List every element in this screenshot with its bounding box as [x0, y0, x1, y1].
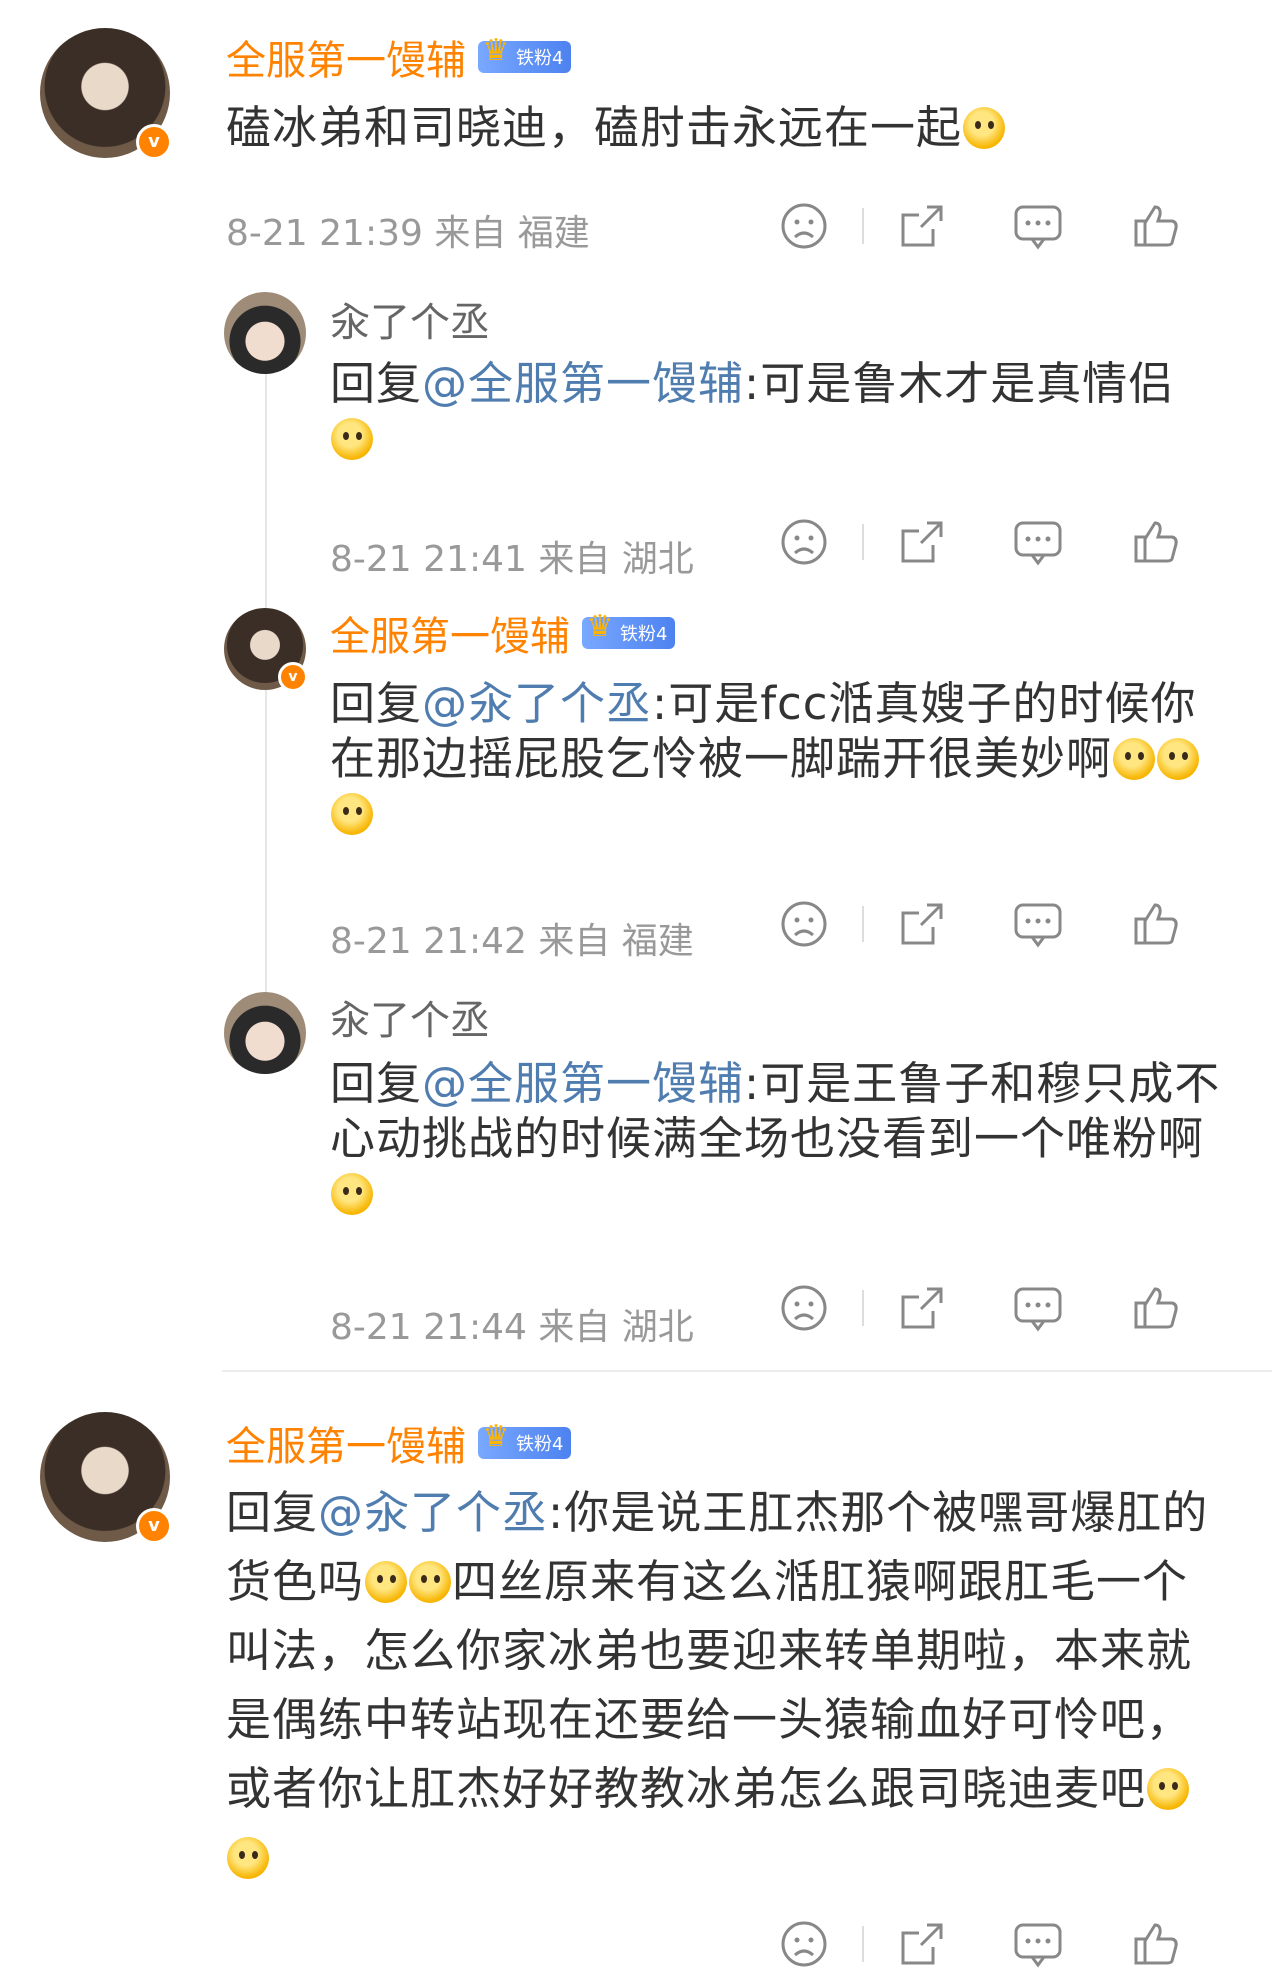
comment-icon[interactable]	[1008, 512, 1068, 572]
crown-icon: ♛	[482, 33, 510, 68]
emoji-icon	[963, 107, 1006, 149]
emoji-icon	[409, 1561, 452, 1603]
reply-text: 回复@全服第一馒辅:可是王鲁子和穆只成不心动挑战的时候满全场也没看到一个唯粉啊	[330, 1056, 1230, 1221]
fan-badge: ♛ 铁粉4	[478, 1419, 572, 1459]
share-icon[interactable]	[892, 1278, 952, 1338]
comment-actions	[774, 1278, 1186, 1338]
mention-link[interactable]: @全服第一馒辅	[422, 357, 744, 410]
divider	[862, 1926, 864, 1962]
comment-icon[interactable]	[1008, 196, 1068, 256]
verified-badge: v	[278, 662, 308, 692]
comment-meta: 8-21 21:41 来自 湖北	[330, 539, 694, 580]
sad-face-icon[interactable]	[774, 512, 834, 572]
avatar[interactable]	[224, 992, 306, 1074]
crown-icon: ♛	[586, 609, 614, 644]
avatar[interactable]: v	[40, 1412, 172, 1544]
sad-face-icon[interactable]	[774, 196, 834, 256]
emoji-icon	[1147, 1768, 1190, 1810]
emoji-icon	[331, 418, 373, 460]
comment-icon[interactable]	[1008, 1914, 1068, 1974]
emoji-icon	[365, 1561, 408, 1603]
sad-face-icon[interactable]	[774, 1278, 834, 1338]
comment-actions	[774, 894, 1186, 954]
divider	[862, 208, 864, 244]
username[interactable]: 全服第一馒辅	[226, 1414, 466, 1472]
verified-badge: v	[136, 1508, 172, 1544]
emoji-icon	[331, 793, 373, 835]
avatar[interactable]: v	[40, 28, 172, 160]
username[interactable]: 全服第一馒辅	[226, 28, 466, 86]
crown-icon: ♛	[482, 1419, 510, 1454]
thumbs-up-icon[interactable]	[1126, 196, 1186, 256]
reply-text: 回复@全服第一馒辅:可是鲁木才是真情侣	[330, 356, 1210, 466]
comment-meta: 8-21 21:44 来自 湖北	[330, 1307, 694, 1348]
comment-icon[interactable]	[1008, 1278, 1068, 1338]
mention-link[interactable]: @汆了个丞	[422, 677, 652, 730]
comment-text: 回复@汆了个丞:你是说王肛杰那个被嘿哥爆肛的货色吗 四丝原来有这么湉肛猿啊跟肛毛一…	[226, 1478, 1226, 1892]
emoji-icon	[227, 1837, 269, 1879]
username[interactable]: 汆了个丞	[330, 290, 490, 348]
thumbs-up-icon[interactable]	[1126, 894, 1186, 954]
comment-meta: 8-21 21:39 来自 福建	[226, 213, 590, 254]
mention-link[interactable]: @全服第一馒辅	[422, 1057, 744, 1110]
comment-actions	[774, 196, 1186, 256]
comment-icon[interactable]	[1008, 894, 1068, 954]
thumbs-up-icon[interactable]	[1126, 1914, 1186, 1974]
thumbs-up-icon[interactable]	[1126, 1278, 1186, 1338]
fan-badge: ♛ 铁粉4	[478, 33, 572, 73]
avatar[interactable]: v	[224, 608, 308, 692]
sad-face-icon[interactable]	[774, 1914, 834, 1974]
thumbs-up-icon[interactable]	[1126, 512, 1186, 572]
thread-line	[265, 340, 267, 1040]
share-icon[interactable]	[892, 1914, 952, 1974]
avatar[interactable]	[224, 292, 306, 374]
emoji-icon	[1157, 738, 1200, 780]
comment-meta: 8-21 21:42 来自 福建	[330, 921, 694, 962]
comment-actions	[774, 512, 1186, 572]
divider	[862, 906, 864, 942]
emoji-icon	[331, 1173, 373, 1215]
divider	[862, 1290, 864, 1326]
separator	[222, 1370, 1272, 1372]
share-icon[interactable]	[892, 512, 952, 572]
comment-actions	[774, 1914, 1186, 1974]
mention-link[interactable]: @汆了个丞	[318, 1486, 548, 1539]
fan-badge: ♛ 铁粉4	[582, 609, 676, 649]
sad-face-icon[interactable]	[774, 894, 834, 954]
share-icon[interactable]	[892, 894, 952, 954]
comment-text: 磕冰弟和司晓迪，磕肘击永远在一起	[226, 100, 1226, 155]
emoji-icon	[1113, 738, 1156, 780]
share-icon[interactable]	[892, 196, 952, 256]
username[interactable]: 全服第一馒辅	[330, 604, 570, 662]
reply-text: 回复@汆了个丞:可是fcc湉真嫂子的时候你在那边摇屁股乞怜被一脚踹开很美妙啊	[330, 676, 1230, 841]
verified-badge: v	[136, 124, 172, 160]
username[interactable]: 汆了个丞	[330, 988, 490, 1046]
divider	[862, 524, 864, 560]
